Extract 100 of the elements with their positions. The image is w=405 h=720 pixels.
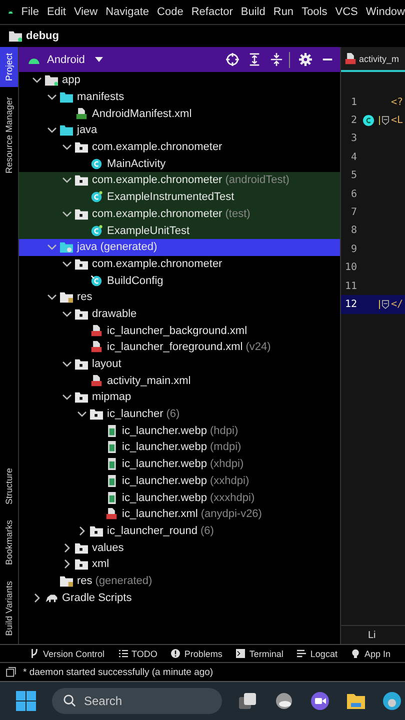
collapse-all-icon[interactable] [270,53,283,66]
tree-item-label: drawable [92,308,137,320]
tree-row[interactable]: xml [19,556,340,573]
menu-item[interactable]: Build [240,6,266,18]
chevron-icon[interactable] [62,175,72,186]
folder-icon[interactable] [346,691,366,711]
chevron-icon[interactable] [62,142,72,152]
class-marker-icon[interactable] [362,115,374,126]
chevron-icon[interactable] [62,359,72,370]
line-number: 7 [350,207,357,218]
tree-row[interactable]: ic_launcher.webp (xxxhdpi) [19,489,340,506]
menu-item[interactable]: View [74,6,98,18]
tree-row[interactable]: com.example.chronometer (test) [19,206,340,222]
tree-row[interactable]: res (generated) [19,572,340,590]
side-tab[interactable]: Structure [0,462,18,510]
settings-icon[interactable] [299,53,312,66]
chevron-icon[interactable] [32,75,42,86]
menu-item[interactable]: File [21,6,39,18]
video-call-icon[interactable] [310,691,330,711]
tree-row[interactable]: Gradle Scripts [19,589,340,606]
caret-icon[interactable] [94,57,103,62]
tree-row[interactable]: activity_main.xml [19,372,340,390]
tree-row[interactable]: ic_launcher (6) [19,406,340,422]
side-tab[interactable]: Build Variants [0,575,18,642]
tree-item-label: java [77,124,98,136]
side-tab[interactable]: Resource Manager [0,91,18,180]
menu-item[interactable]: Run [273,6,294,18]
tree-row[interactable]: java (generated) [19,238,340,256]
chevron-icon[interactable] [47,125,57,136]
chevron-icon[interactable] [47,292,57,302]
search-field[interactable]: Search [52,688,222,714]
run-configuration[interactable]: debug [26,30,59,42]
menu-item[interactable]: Window [366,6,405,18]
tool-window-button[interactable]: Logcat [297,648,338,658]
image-file-icon [105,474,118,487]
menu-item[interactable]: VCS [335,6,358,18]
tree-row[interactable]: ic_launcher.xml (anydpi-v26) [19,506,340,523]
tree-row[interactable]: AndroidManifest.xml [19,105,340,122]
tool-window-button[interactable]: Problems [171,648,222,658]
menu-item[interactable]: Code [157,6,184,18]
chevron-icon[interactable] [62,392,72,402]
image-file-icon [105,424,118,437]
tool-window-button[interactable]: Version Control [30,648,105,658]
windows-logo-icon[interactable] [16,691,36,711]
expand-all-icon[interactable] [248,53,261,66]
tree-row[interactable]: manifests [19,88,340,106]
chevron-icon[interactable] [47,92,57,102]
tree-row[interactable]: ic_launcher.webp (mdpi) [19,439,340,456]
tree-item-qualifier: (mdpi) [210,441,242,454]
tree-row[interactable]: ic_launcher.webp (xhdpi) [19,456,340,472]
tree-row[interactable]: ic_launcher_foreground.xml (v24) [19,339,340,356]
line-number: 4 [350,152,357,163]
tree-item-label: ic_launcher [107,408,164,420]
chevron-icon[interactable] [77,526,87,536]
tool-window-button[interactable]: App In [351,648,390,658]
chevron-icon[interactable] [77,409,87,420]
fold-icon[interactable] [382,116,388,126]
tree-row[interactable]: ExampleInstrumentedTest [19,188,340,206]
task-view-icon[interactable] [238,691,258,711]
side-tab[interactable]: Bookmarks [0,514,18,572]
chevron-icon[interactable] [62,559,72,570]
chevron-icon[interactable] [62,308,72,319]
chevron-icon[interactable] [62,208,72,219]
tree-row[interactable]: java [19,122,340,139]
tool-window-button[interactable]: Terminal [236,648,284,658]
tree-row[interactable]: ic_launcher.webp (hdpi) [19,422,340,440]
tree-row[interactable]: BuildConfig [19,272,340,289]
chevron-icon[interactable] [62,542,72,553]
tree-row[interactable]: ic_launcher.webp (xxhdpi) [19,472,340,490]
view-selector[interactable]: Android [47,54,85,66]
tree-row[interactable]: com.example.chronometer (androidTest) [19,172,340,189]
fold-icon[interactable] [382,300,388,309]
side-tab[interactable]: Project [0,47,18,88]
tree-row[interactable]: com.example.chronometer [19,256,340,272]
chevron-icon[interactable] [32,592,42,603]
branch-icon [30,649,39,658]
tree-row[interactable]: MainActivity [19,155,340,172]
tree-item-label: ic_launcher.webp [122,474,208,487]
menu-item[interactable]: Refactor [191,6,233,18]
menu-item[interactable]: Tools [302,6,328,18]
tree-row[interactable]: values [19,539,340,556]
tree-row[interactable]: res [19,288,340,306]
tree-row[interactable]: drawable [19,306,340,322]
tree-item-qualifier: (androidTest) [225,174,290,186]
menu-item[interactable]: Navigate [106,6,150,18]
editor-tab[interactable]: activity_m [341,47,405,72]
crosshair-icon[interactable] [226,53,239,66]
module-folder-icon [45,74,58,86]
tree-row[interactable]: com.example.chronometer [19,138,340,156]
tree-row[interactable]: ic_launcher_background.xml [19,322,340,339]
tree-row[interactable]: mipmap [19,389,340,406]
tree-row[interactable]: ExampleUnitTest [19,222,340,239]
tree-row[interactable]: ic_launcher_round (6) [19,522,340,540]
chevron-icon[interactable] [62,258,72,269]
menu-item[interactable]: Edit [46,6,66,18]
tool-window-button[interactable]: TODO [118,648,158,658]
tree-row[interactable]: layout [19,356,340,372]
window-icon[interactable] [6,667,16,677]
tree-row[interactable]: app [19,72,340,89]
line-number: 2 [350,115,357,126]
